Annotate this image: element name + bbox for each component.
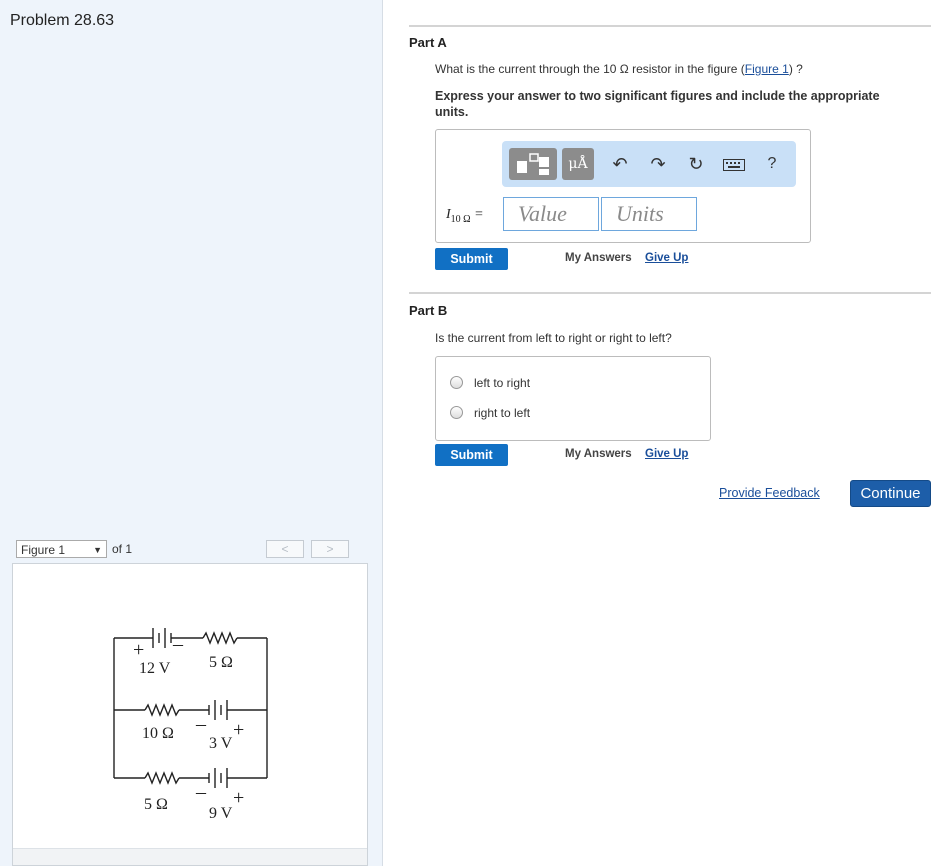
resistor-5-ohm-bottom [144, 771, 180, 785]
part-a-give-up-link[interactable]: Give Up [645, 252, 688, 264]
part-a-title: Part A [409, 35, 447, 50]
continue-button[interactable]: Continue [850, 480, 931, 507]
plus-sign: + [233, 719, 244, 741]
figure-link[interactable]: Figure 1 [745, 62, 789, 76]
figure-select[interactable]: Figure 1 ▼ [16, 540, 107, 558]
next-figure-button[interactable]: > [311, 540, 349, 558]
keyboard-icon[interactable] [720, 149, 748, 179]
dropdown-arrow-icon: ▼ [93, 545, 102, 555]
part-a-my-answers: My Answers [565, 252, 632, 264]
undo-icon[interactable]: ↶ [606, 149, 634, 179]
label-12v: 12 V [139, 660, 171, 677]
minus-sign: – [172, 633, 184, 655]
provide-feedback-link[interactable]: Provide Feedback [719, 486, 820, 500]
part-b-question: Is the current from left to right or rig… [435, 331, 672, 345]
label-5-ohm-top: 5 Ω [209, 654, 233, 671]
part-a-question: What is the current through the 10 Ω res… [435, 62, 803, 76]
label-9v: 9 V [209, 805, 233, 822]
label-3v: 3 V [209, 735, 233, 752]
radio-right-to-left[interactable] [450, 406, 463, 419]
minus-sign: – [195, 781, 207, 803]
figure-navigation: Figure 1 ▼ of 1 < > [16, 540, 368, 560]
label-10-ohm: 10 Ω [142, 725, 174, 742]
resistor-10-ohm [144, 703, 180, 717]
answer-symbol: I10 Ω = [446, 207, 484, 225]
figure-panel: + – 12 V 5 Ω 10 Ω – + 3 V 5 Ω – + 9 V [12, 563, 368, 866]
divider [409, 292, 931, 294]
math-toolbar: μÅ ↶ ↷ ↻ ? [502, 141, 796, 187]
question-text-end: ) ? [788, 62, 803, 76]
part-b-title: Part B [409, 303, 448, 318]
part-b-my-answers: My Answers [565, 448, 632, 460]
templates-button[interactable] [509, 148, 557, 180]
part-a-submit-button[interactable]: Submit [435, 248, 508, 270]
part-b-submit-button[interactable]: Submit [435, 444, 508, 466]
figure-select-value: Figure 1 [21, 543, 66, 557]
left-pane: Problem 28.63 Figure 1 ▼ of 1 < > + – 12… [0, 0, 383, 866]
label-5-ohm-bottom: 5 Ω [144, 796, 168, 813]
question-text: What is the current through the 10 Ω res… [435, 62, 745, 76]
problem-title: Problem 28.63 [10, 12, 115, 29]
units-button[interactable]: μÅ [562, 148, 594, 180]
radio-left-to-right[interactable] [450, 376, 463, 389]
value-input[interactable]: Value [503, 197, 599, 231]
reset-icon[interactable]: ↻ [682, 149, 710, 179]
minus-sign: – [195, 713, 207, 735]
choice-box: left to right right to left [435, 356, 711, 441]
previous-figure-button[interactable]: < [266, 540, 304, 558]
resistor-5-ohm-top [202, 631, 238, 645]
right-pane: Part A What is the current through the 1… [383, 0, 935, 866]
equals: = [470, 207, 484, 222]
part-a-instructions: Express your answer to two significant f… [435, 89, 880, 119]
symbol-subscript: 10 Ω [450, 213, 471, 225]
redo-icon[interactable]: ↷ [644, 149, 672, 179]
plus-sign: + [133, 639, 144, 661]
help-button[interactable]: ? [758, 149, 786, 179]
figure-count: of 1 [112, 542, 133, 556]
units-input[interactable]: Units [601, 197, 697, 231]
circuit-diagram: + – 12 V 5 Ω 10 Ω – + 3 V 5 Ω – + 9 V [113, 628, 268, 822]
templates-icon [517, 153, 549, 175]
choice-label: right to left [474, 406, 531, 420]
answer-box: μÅ ↶ ↷ ↻ ? I10 Ω = Value Units [435, 129, 811, 243]
choice-label: left to right [474, 376, 531, 390]
divider [409, 25, 931, 27]
figure-footer-strip [13, 848, 367, 865]
plus-sign: + [233, 787, 244, 809]
part-b-give-up-link[interactable]: Give Up [645, 448, 688, 460]
